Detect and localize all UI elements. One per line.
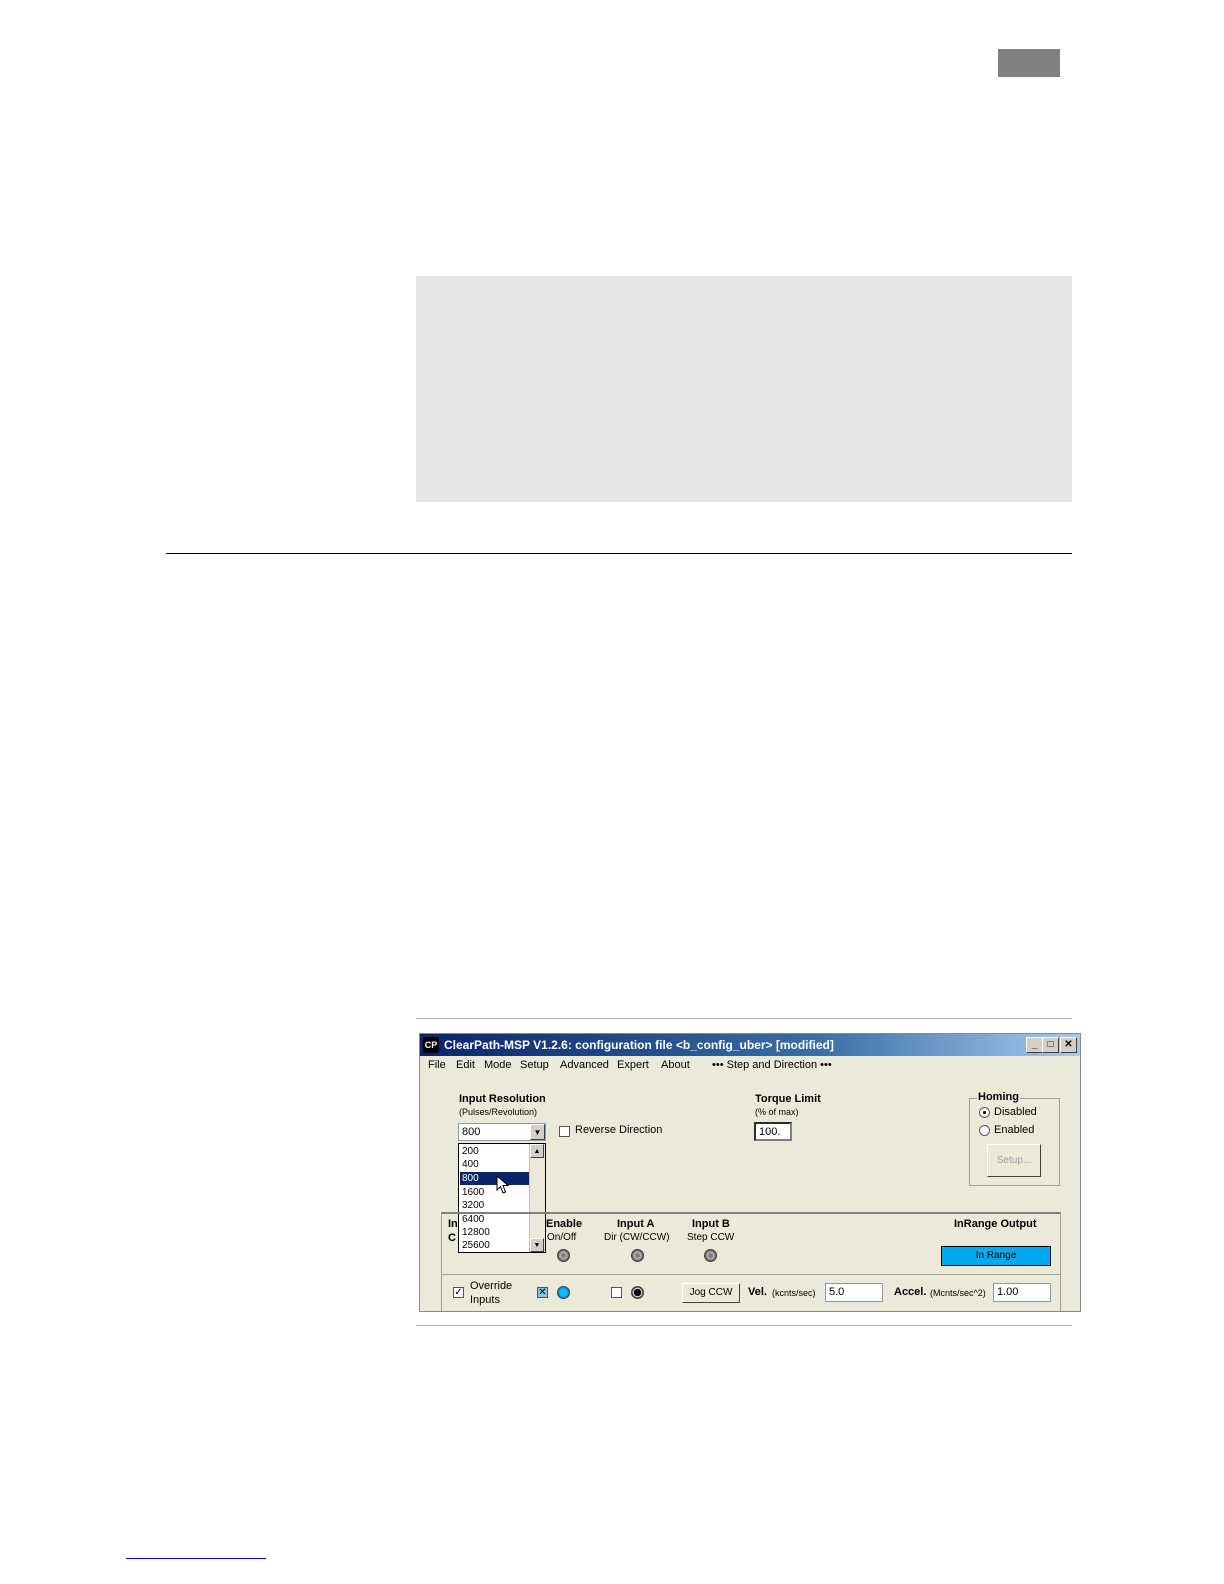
scroll-up-icon[interactable]: ▲ <box>530 1144 544 1158</box>
option-3200[interactable]: 3200 <box>460 1199 532 1212</box>
section-divider <box>166 553 1072 554</box>
input-resolution-sublabel: (Pulses/Revolution) <box>459 1107 538 1117</box>
jog-ccw-button[interactable]: Jog CCW <box>682 1283 740 1303</box>
minimize-button[interactable]: _ <box>1026 1037 1043 1053</box>
homing-disabled-label: Disabled <box>994 1106 1037 1118</box>
inrange-output-label: InRange Output <box>954 1218 1037 1230</box>
clearpath-msp-window: CP ClearPath-MSP V1.2.6: configuration f… <box>419 1033 1081 1312</box>
homing-disabled-radio[interactable] <box>979 1107 990 1118</box>
title-bar: CP ClearPath-MSP V1.2.6: configuration f… <box>420 1034 1080 1056</box>
menu-file[interactable]: File <box>428 1059 446 1071</box>
override-label-line1: Override <box>470 1280 513 1292</box>
enable-override-checkbox[interactable]: ✕ <box>537 1287 548 1298</box>
homing-label: Homing <box>977 1091 1020 1103</box>
homing-setup-button[interactable]: Setup... <box>987 1144 1041 1177</box>
enable-override-indicator-icon <box>557 1286 570 1299</box>
override-label-line2: Inputs <box>470 1294 500 1306</box>
enable-label: Enable <box>546 1218 583 1230</box>
acceleration-input[interactable]: 1.00 <box>993 1283 1051 1302</box>
figure-rule-top <box>416 1018 1072 1019</box>
input-b-sublabel: Step CCW <box>687 1232 735 1243</box>
input-b-label: Input B <box>692 1218 730 1230</box>
option-400[interactable]: 400 <box>460 1158 532 1171</box>
vel-label: Vel. <box>748 1286 767 1298</box>
override-inputs-checkbox[interactable]: ✓ <box>453 1287 464 1298</box>
enable-sublabel: On/Off <box>547 1232 577 1243</box>
accel-label: Accel. <box>894 1286 927 1298</box>
window-title: ClearPath-MSP V1.2.6: configuration file… <box>444 1038 834 1052</box>
note-box <box>416 276 1072 502</box>
mode-indicator: ••• Step and Direction ••• <box>712 1059 832 1071</box>
reverse-direction-label: Reverse Direction <box>575 1124 663 1136</box>
menu-about[interactable]: About <box>661 1059 690 1071</box>
menu-setup[interactable]: Setup <box>520 1059 549 1071</box>
close-button[interactable]: ✕ <box>1060 1037 1077 1053</box>
menu-edit[interactable]: Edit <box>456 1059 475 1071</box>
page-tab-marker <box>998 49 1060 77</box>
homing-enabled-radio[interactable] <box>979 1125 990 1136</box>
input-a-label: Input A <box>617 1218 655 1230</box>
input-a-sublabel: Dir (CW/CCW) <box>604 1232 670 1243</box>
maximize-button[interactable]: □ <box>1042 1037 1059 1053</box>
inputs-label-fragment-2: C <box>448 1232 456 1244</box>
menu-advanced[interactable]: Advanced <box>560 1059 609 1071</box>
inrange-status-badge: In Range <box>941 1246 1051 1266</box>
input-resolution-label: Input Resolution <box>459 1093 546 1105</box>
enable-indicator-icon <box>557 1249 570 1262</box>
mouse-cursor-icon <box>496 1175 510 1194</box>
torque-limit-input[interactable]: 100. <box>754 1122 792 1141</box>
option-200[interactable]: 200 <box>460 1145 532 1158</box>
figure-rule-bottom <box>416 1325 1072 1326</box>
homing-enabled-label: Enabled <box>994 1124 1035 1136</box>
input-a-override-indicator-icon <box>631 1286 644 1299</box>
menu-expert[interactable]: Expert <box>617 1059 649 1071</box>
app-logo-icon: CP <box>423 1037 439 1053</box>
chevron-down-icon[interactable]: ▼ <box>530 1124 545 1140</box>
panel-separator <box>442 1274 1060 1275</box>
input-a-indicator-icon <box>631 1249 644 1262</box>
reverse-direction-checkbox[interactable] <box>559 1126 570 1137</box>
vel-unit-label: (kcnts/sec) <box>772 1288 816 1298</box>
torque-limit-label: Torque Limit <box>755 1093 821 1105</box>
menu-mode[interactable]: Mode <box>484 1059 512 1071</box>
menu-bar: File Edit Mode Setup Advanced Expert Abo… <box>420 1056 1080 1076</box>
footer-link-underline[interactable] <box>126 1558 266 1559</box>
accel-unit-label: (Mcnts/sec^2) <box>930 1288 986 1298</box>
inputs-label-fragment: In <box>448 1218 458 1230</box>
input-a-override-checkbox[interactable] <box>611 1287 622 1298</box>
velocity-input[interactable]: 5.0 <box>825 1283 883 1302</box>
torque-limit-sublabel: (% of max) <box>755 1107 799 1117</box>
input-b-indicator-icon <box>704 1249 717 1262</box>
